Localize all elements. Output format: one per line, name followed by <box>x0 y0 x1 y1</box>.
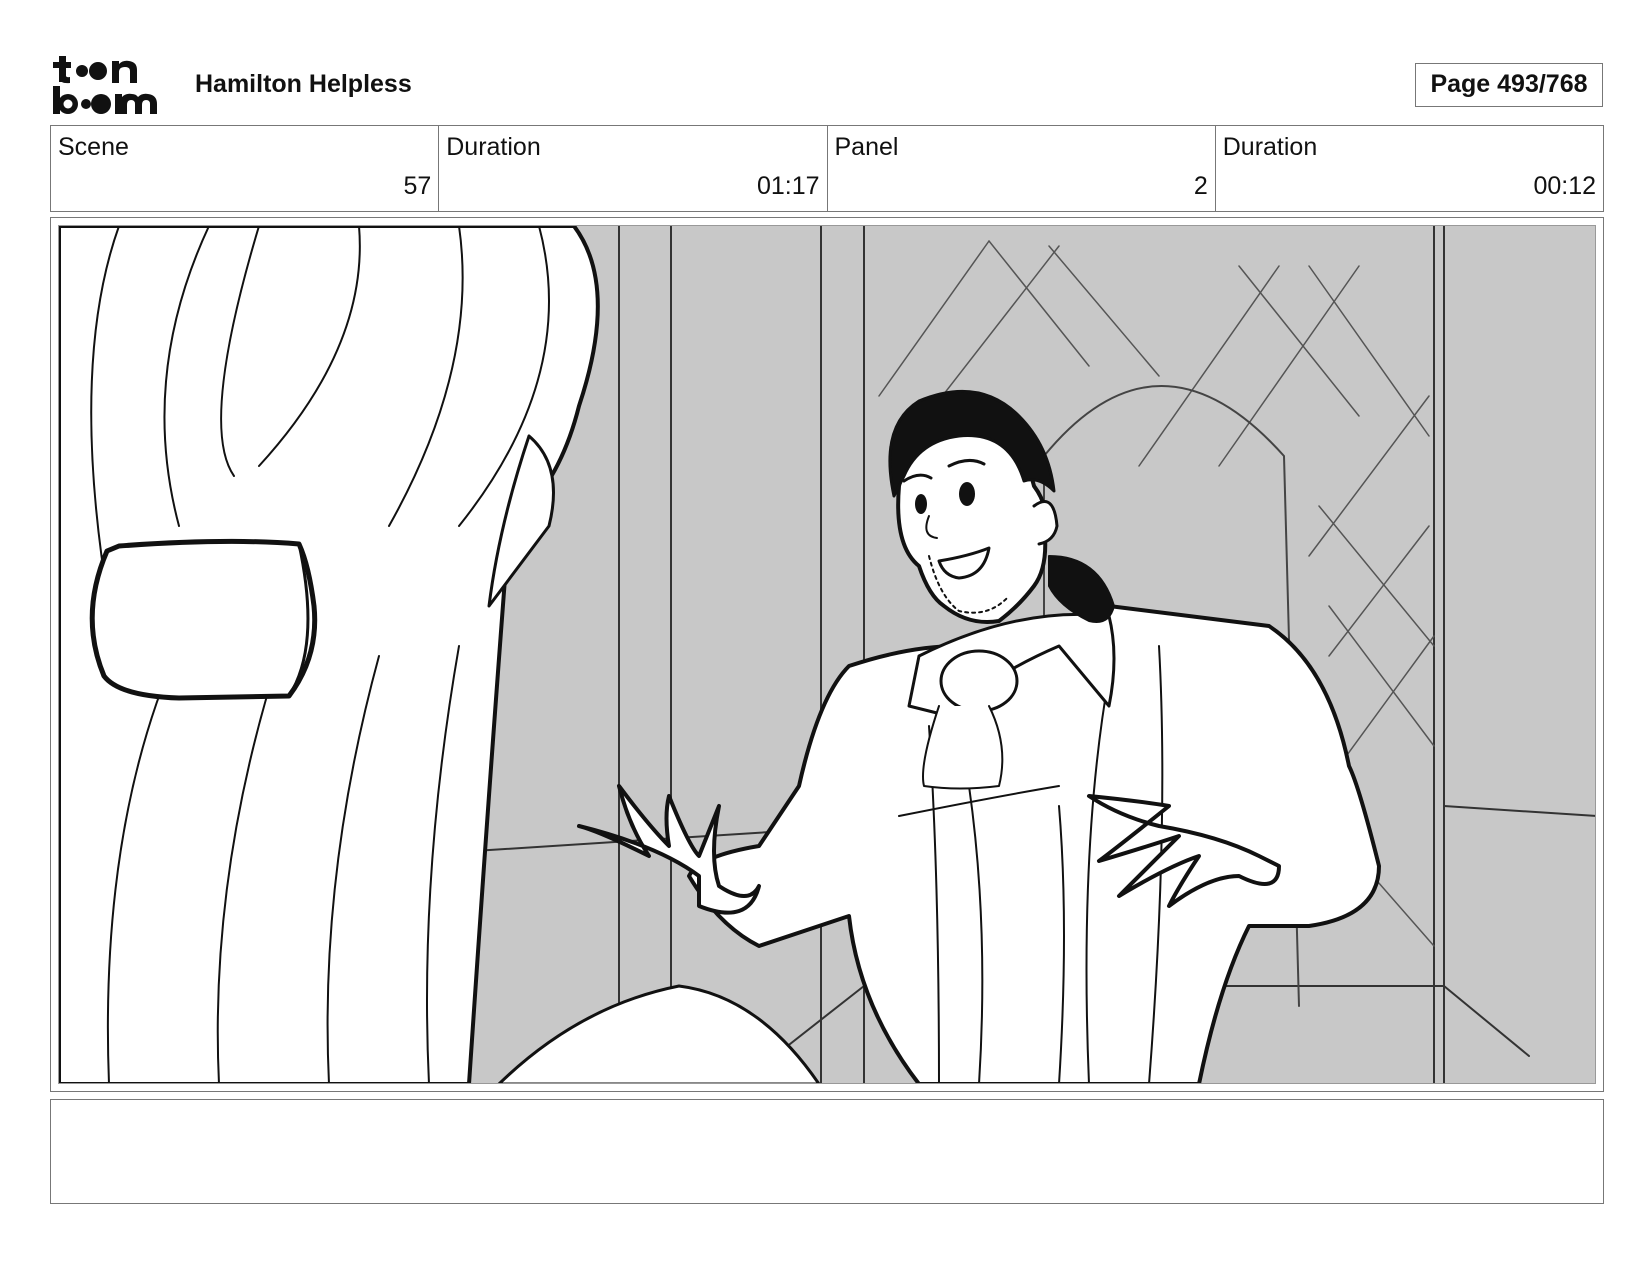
panel-label: Panel <box>834 133 899 161</box>
scene-cell: Scene 57 <box>51 126 440 211</box>
storyboard-panel-frame <box>50 217 1604 1092</box>
storyboard-panel-image <box>58 225 1596 1084</box>
cravat <box>939 649 1019 713</box>
hair-clip <box>89 538 318 701</box>
scene-info-table: Scene 57 Duration 01:17 Panel 2 Duration… <box>50 125 1604 212</box>
project-title: Hamilton Helpless <box>195 70 412 98</box>
page-number: Page 493/768 <box>1415 63 1603 107</box>
panel-value: 2 <box>1193 172 1208 200</box>
panel-notes-box <box>50 1099 1604 1204</box>
panel-cell: Panel 2 <box>828 126 1216 211</box>
scene-duration-label: Duration <box>446 133 541 161</box>
scene-label: Scene <box>58 133 129 161</box>
panel-duration-value: 00:12 <box>1533 172 1596 200</box>
panel-duration-label: Duration <box>1222 133 1318 161</box>
scene-duration-value: 01:17 <box>756 172 820 200</box>
scene-value: 57 <box>403 172 432 200</box>
scene-duration-cell: Duration 01:17 <box>439 126 828 211</box>
toonboom-logo <box>52 52 172 116</box>
panel-duration-cell: Duration 00:12 <box>1216 126 1603 211</box>
